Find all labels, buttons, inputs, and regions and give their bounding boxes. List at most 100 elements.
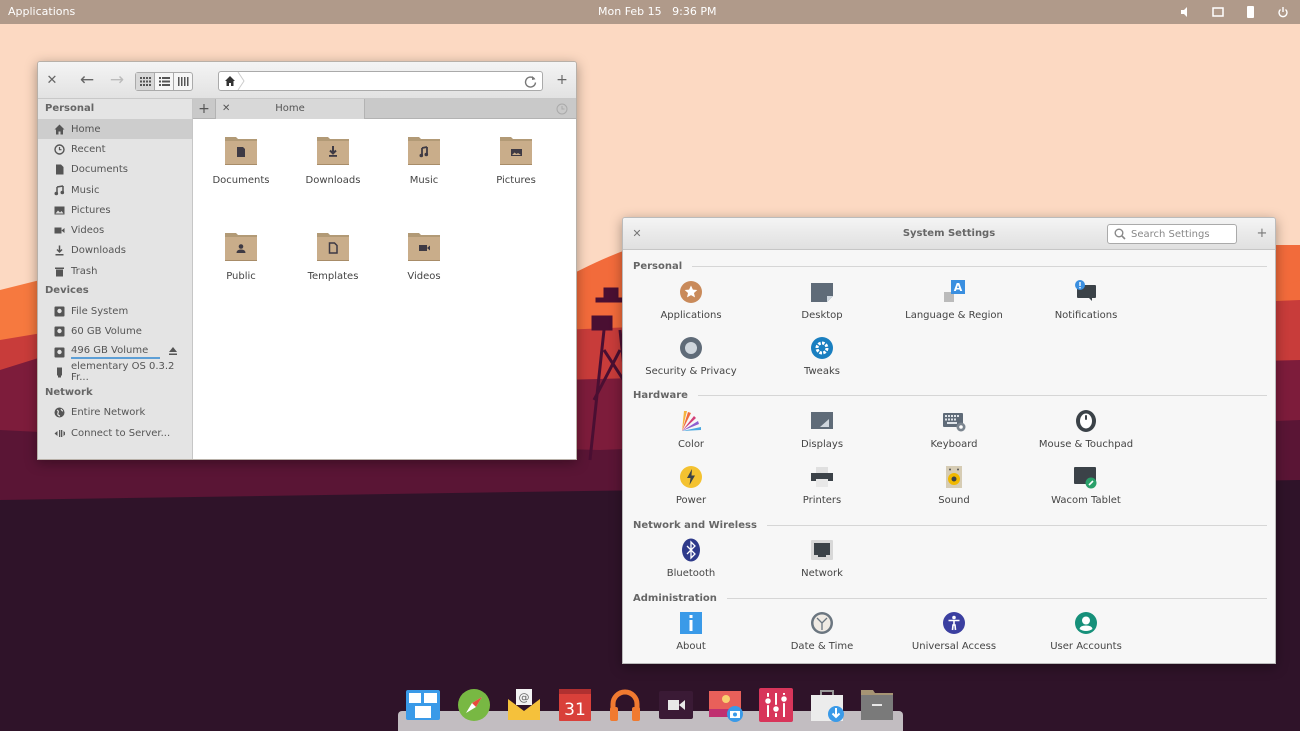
settings-item-label: Wacom Tablet bbox=[1051, 495, 1121, 506]
grid-view-button[interactable] bbox=[136, 73, 155, 90]
back-button[interactable]: ← bbox=[78, 70, 96, 90]
sidebar-item-label: 60 GB Volume bbox=[71, 326, 142, 338]
sidebar-item-file-system[interactable]: File System bbox=[38, 301, 192, 321]
closed-tabs-history-icon[interactable] bbox=[556, 103, 568, 115]
settings-item-label: Language & Region bbox=[905, 310, 1003, 321]
settings-color[interactable]: Color bbox=[631, 409, 751, 450]
settings-applications[interactable]: Applications bbox=[631, 280, 751, 321]
close-tab-icon[interactable]: ✕ bbox=[222, 99, 230, 119]
applications-icon bbox=[679, 280, 703, 304]
dock-item-videos[interactable] bbox=[658, 687, 694, 723]
videos-icon bbox=[658, 691, 694, 727]
display-icon[interactable] bbox=[1210, 4, 1226, 20]
sidebar-item-60-gb-volume[interactable]: 60 GB Volume bbox=[38, 322, 192, 342]
sidebar-item-496-gb-volume[interactable]: 496 GB Volume bbox=[38, 342, 192, 362]
sidebar-item-home[interactable]: Home bbox=[38, 119, 192, 140]
settings-date-time[interactable]: Date & Time bbox=[762, 611, 882, 652]
sidebar-item-label: Trash bbox=[71, 265, 98, 277]
folder-templates[interactable]: Templates bbox=[293, 233, 373, 282]
calendar-icon: 31 bbox=[557, 689, 593, 727]
dock-item-files[interactable] bbox=[859, 687, 895, 723]
date-time-icon bbox=[810, 611, 834, 635]
user-accounts-icon bbox=[1074, 611, 1098, 635]
dock-item-system-settings[interactable] bbox=[758, 687, 794, 723]
settings-language-region[interactable]: A Language & Region bbox=[894, 280, 1014, 321]
folder-videos[interactable]: Videos bbox=[384, 233, 464, 282]
folder-video-icon bbox=[408, 233, 440, 265]
folder-downloads[interactable]: Downloads bbox=[293, 137, 373, 186]
new-tab-button[interactable]: + bbox=[193, 99, 215, 119]
dock-item-multitasking-view[interactable] bbox=[405, 687, 441, 723]
settings-displays[interactable]: Displays bbox=[762, 409, 882, 450]
dock-item-mail[interactable]: @ bbox=[506, 687, 542, 723]
dock-item-calendar[interactable]: 31 bbox=[557, 687, 593, 723]
settings-keyboard[interactable]: Keyboard bbox=[894, 409, 1014, 450]
sidebar-item-documents[interactable]: Documents bbox=[38, 160, 192, 180]
settings-mouse-touchpad[interactable]: Mouse & Touchpad bbox=[1026, 409, 1146, 450]
forward-button[interactable]: → bbox=[108, 70, 126, 90]
sidebar-item-pictures[interactable]: Pictures bbox=[38, 200, 192, 220]
multitasking-view-icon bbox=[405, 690, 441, 727]
eject-icon[interactable] bbox=[168, 346, 178, 359]
settings-security-privacy[interactable]: Security & Privacy bbox=[631, 336, 751, 377]
folder-documents[interactable]: Documents bbox=[201, 137, 281, 186]
column-view-button[interactable] bbox=[174, 73, 192, 90]
folder-music[interactable]: Music bbox=[384, 137, 464, 186]
sidebar-item-recent[interactable]: Recent bbox=[38, 139, 192, 159]
new-window-button[interactable]: + bbox=[556, 72, 568, 88]
list-view-button[interactable] bbox=[155, 73, 174, 90]
sidebar-item-downloads[interactable]: Downloads bbox=[38, 241, 192, 261]
settings-network[interactable]: Network bbox=[762, 538, 882, 579]
category-personal: Personal bbox=[633, 259, 1267, 273]
sidebar-item-connect-to-server[interactable]: Connect to Server... bbox=[38, 423, 192, 443]
sidebar-item-elementary-os-0-3-2-fr[interactable]: elementary OS 0.3.2 Fr... bbox=[38, 361, 192, 383]
settings-printers[interactable]: Printers bbox=[762, 465, 882, 506]
new-window-button[interactable]: + bbox=[1256, 226, 1268, 241]
settings-desktop[interactable]: Desktop bbox=[762, 280, 882, 321]
applications-menu[interactable]: Applications bbox=[8, 5, 75, 18]
reload-icon[interactable] bbox=[524, 75, 537, 88]
search-input[interactable]: Search Settings bbox=[1107, 224, 1237, 244]
dock-item-music[interactable] bbox=[607, 687, 643, 723]
sidebar-item-entire-network[interactable]: Entire Network bbox=[38, 403, 192, 423]
dock-item-appcenter[interactable] bbox=[809, 687, 845, 723]
folder-label: Videos bbox=[407, 271, 441, 282]
sidebar-item-trash[interactable]: Trash bbox=[38, 261, 192, 281]
folder-pictures[interactable]: Pictures bbox=[476, 137, 556, 186]
clock[interactable]: Mon Feb 15 9:36 PM bbox=[598, 5, 717, 18]
folder-template-icon bbox=[317, 233, 349, 265]
photos-icon bbox=[708, 691, 744, 727]
sidebar-heading-personal: Personal bbox=[45, 103, 95, 114]
settings-universal-access[interactable]: Universal Access bbox=[894, 611, 1014, 652]
close-button[interactable]: ✕ bbox=[46, 73, 58, 88]
power-icon[interactable] bbox=[1275, 4, 1291, 20]
location-bar[interactable]: Home bbox=[218, 71, 543, 91]
settings-item-label: Desktop bbox=[801, 310, 843, 321]
settings-power[interactable]: Power bbox=[631, 465, 751, 506]
category-heading: Hardware bbox=[633, 389, 688, 401]
settings-tweaks[interactable]: Tweaks bbox=[762, 336, 882, 377]
folder-public[interactable]: Public bbox=[201, 233, 281, 282]
settings-wacom-tablet[interactable]: Wacom Tablet bbox=[1026, 465, 1146, 506]
settings-about[interactable]: About bbox=[631, 611, 751, 652]
volume-icon[interactable] bbox=[1177, 4, 1193, 20]
battery-icon[interactable] bbox=[1242, 4, 1258, 20]
folder-label: Public bbox=[226, 271, 256, 282]
music-icon bbox=[607, 689, 643, 727]
desktop-icon bbox=[810, 280, 834, 304]
home-icon[interactable] bbox=[224, 75, 236, 87]
keyboard-icon bbox=[942, 409, 966, 433]
settings-bluetooth[interactable]: Bluetooth bbox=[631, 538, 751, 579]
dock-item-web-browser[interactable] bbox=[456, 687, 492, 723]
sidebar-item-music[interactable]: Music bbox=[38, 180, 192, 200]
settings-sound[interactable]: Sound bbox=[894, 465, 1014, 506]
folder-download-icon bbox=[317, 137, 349, 169]
sidebar-item-videos[interactable]: Videos bbox=[38, 220, 192, 240]
tab-home[interactable]: ✕ Home bbox=[215, 99, 365, 119]
files-icon bbox=[859, 690, 895, 727]
settings-user-accounts[interactable]: User Accounts bbox=[1026, 611, 1146, 652]
web-browser-icon bbox=[456, 689, 492, 727]
mouse-touchpad-icon bbox=[1074, 409, 1098, 433]
dock-item-photos[interactable] bbox=[708, 687, 744, 723]
settings-notifications[interactable]: Notifications bbox=[1026, 280, 1146, 321]
